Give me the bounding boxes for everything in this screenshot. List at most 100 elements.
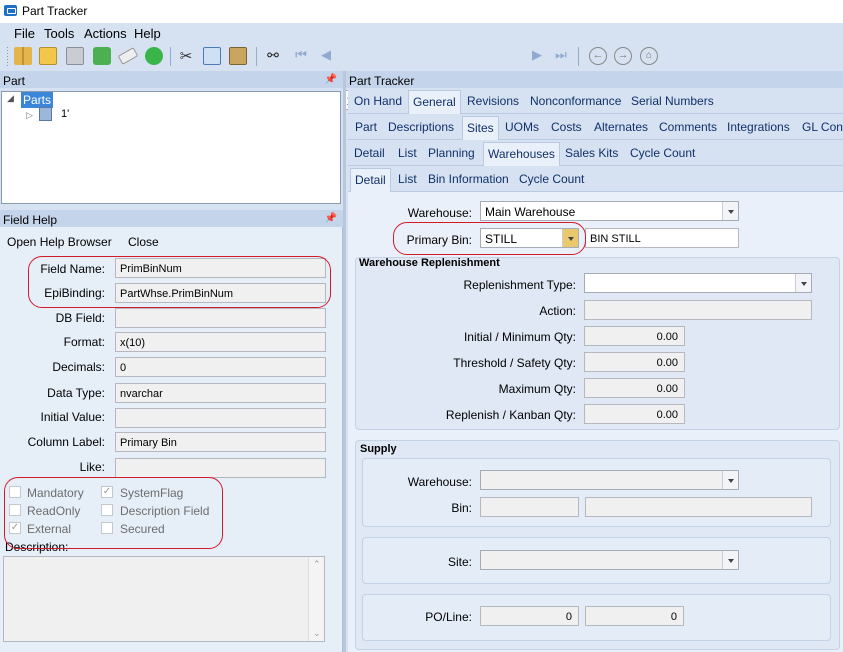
threshold-qty-field[interactable]: 0.00	[584, 352, 685, 372]
back-icon[interactable]: ←	[589, 47, 607, 65]
po-line-field[interactable]: 0	[585, 606, 684, 626]
open-book-icon[interactable]	[14, 47, 32, 65]
primary-bin-description[interactable]: BIN STILL	[585, 228, 739, 248]
po-number-field[interactable]: 0	[480, 606, 579, 626]
tab-costs[interactable]: Costs	[551, 120, 582, 134]
decimals-label: Decimals:	[52, 360, 105, 374]
tab-serial-numbers[interactable]: Serial Numbers	[631, 94, 714, 108]
collapse-icon[interactable]: ▷	[26, 110, 33, 121]
tab-uoms[interactable]: UOMs	[505, 120, 539, 134]
last-record-icon[interactable]: ⏭	[552, 47, 570, 65]
tab-row-general: Part Descriptions Sites UOMs Costs Alter…	[348, 114, 843, 141]
tree-root-parts[interactable]: Parts	[21, 92, 54, 108]
expand-icon[interactable]: ◢	[7, 93, 14, 104]
tab-row-main: On Hand General Revisions Nonconformance…	[348, 88, 843, 115]
tab-warehouse-list[interactable]: List	[398, 172, 417, 186]
supply-bin-field[interactable]	[480, 497, 579, 517]
open-help-browser-button[interactable]: Open Help Browser	[7, 235, 112, 249]
column-label-field[interactable]: Primary Bin	[115, 432, 326, 452]
supply-warehouse-label: Warehouse:	[407, 475, 472, 489]
action-field[interactable]	[584, 300, 812, 320]
close-button[interactable]: Close	[128, 235, 159, 249]
action-label: Action:	[539, 304, 576, 318]
field-help-title: Field Help	[3, 213, 58, 227]
previous-record-icon[interactable]: ◀	[317, 47, 335, 65]
like-field[interactable]	[115, 458, 326, 478]
new-folder-icon[interactable]	[39, 47, 57, 65]
tab-warehouse-cycle-count[interactable]: Cycle Count	[519, 172, 584, 186]
first-record-icon[interactable]: ⏮	[292, 47, 310, 65]
tab-gl-control[interactable]: GL Cont	[802, 120, 843, 134]
decimals-field[interactable]: 0	[115, 357, 326, 377]
data-type-field[interactable]: nvarchar	[115, 383, 326, 403]
tree-part-item[interactable]: 1'	[61, 108, 69, 120]
tab-planning[interactable]: Planning	[428, 146, 475, 160]
warehouse-dropdown[interactable]: Main Warehouse	[480, 201, 739, 221]
db-field-field[interactable]	[115, 308, 326, 328]
supply-site-dropdown[interactable]	[480, 550, 739, 570]
replenishment-type-dropdown[interactable]	[584, 273, 812, 293]
annotation-oval	[393, 222, 586, 255]
next-record-icon[interactable]: ▶	[528, 47, 546, 65]
eraser-icon[interactable]	[117, 47, 139, 65]
binoculars-icon[interactable]: ⚯	[264, 47, 282, 65]
chevron-down-icon[interactable]	[722, 471, 738, 489]
tracker-title: Part Tracker	[349, 74, 415, 88]
tab-bin-information[interactable]: Bin Information	[428, 172, 509, 186]
tab-general[interactable]: General	[408, 90, 461, 115]
tab-list[interactable]: List	[398, 146, 417, 160]
scroll-up-icon[interactable]: ⌃	[313, 559, 321, 570]
tab-detail[interactable]: Detail	[354, 146, 385, 160]
tab-integrations[interactable]: Integrations	[727, 120, 790, 134]
tab-part[interactable]: Part	[355, 120, 377, 134]
chevron-down-icon[interactable]	[722, 551, 738, 569]
format-field[interactable]: x(10)	[115, 332, 326, 352]
home-icon[interactable]: ⌂	[640, 47, 658, 65]
part-panel-title: Part	[3, 74, 26, 88]
kanban-qty-field[interactable]: 0.00	[584, 404, 685, 424]
tab-nonconformance[interactable]: Nonconformance	[530, 94, 621, 108]
maximum-qty-field[interactable]: 0.00	[584, 378, 685, 398]
tab-cycle-count[interactable]: Cycle Count	[630, 146, 695, 160]
tab-alternates[interactable]: Alternates	[594, 120, 648, 134]
attachment-icon[interactable]	[66, 47, 84, 65]
scroll-down-icon[interactable]: ⌄	[313, 628, 321, 639]
tab-warehouse-detail[interactable]: Detail	[350, 168, 391, 193]
initial-qty-label: Initial / Minimum Qty:	[463, 330, 576, 344]
tab-on-hand[interactable]: On Hand	[354, 94, 402, 108]
copy-icon[interactable]	[203, 47, 221, 65]
annotation-oval	[4, 477, 223, 549]
replenishment-title: Warehouse Replenishment	[359, 257, 500, 269]
pin-icon[interactable]: 📌	[325, 74, 337, 85]
maximum-qty-label: Maximum Qty:	[498, 382, 576, 396]
tab-descriptions[interactable]: Descriptions	[388, 120, 454, 134]
supply-warehouse-dropdown[interactable]	[480, 470, 739, 490]
scrollbar[interactable]: ⌃ ⌄	[308, 557, 324, 641]
forward-icon[interactable]: →	[614, 47, 632, 65]
tab-sites[interactable]: Sites	[462, 116, 499, 141]
cut-icon[interactable]: ✂	[177, 47, 195, 65]
part-tree: ◢ Parts ▷ 1'	[1, 91, 341, 204]
toolbar: ✂ ⚯ ⏮ ◀ 1 ▶ ⏭ ← → ⌂	[0, 43, 843, 110]
chevron-down-icon[interactable]	[795, 274, 811, 292]
menu-help[interactable]: Help	[134, 26, 161, 41]
tab-comments[interactable]: Comments	[659, 120, 717, 134]
menu-tools[interactable]: Tools	[44, 26, 74, 41]
chevron-down-icon[interactable]	[722, 202, 738, 220]
pin-icon[interactable]: 📌	[325, 213, 337, 224]
go-icon[interactable]	[145, 47, 163, 65]
tab-sales-kits[interactable]: Sales Kits	[565, 146, 618, 160]
description-textarea[interactable]: ⌃ ⌄	[3, 556, 325, 642]
tab-revisions[interactable]: Revisions	[467, 94, 519, 108]
initial-qty-field[interactable]: 0.00	[584, 326, 685, 346]
menu-actions[interactable]: Actions	[84, 26, 127, 41]
initial-value-field[interactable]	[115, 408, 326, 428]
menu-file[interactable]: File	[14, 26, 35, 41]
supply-site-label: Site:	[447, 555, 472, 569]
refresh-icon[interactable]	[93, 47, 111, 65]
paste-icon[interactable]	[229, 47, 247, 65]
tab-warehouses[interactable]: Warehouses	[483, 142, 560, 167]
tab-row-sites: Detail List Planning Warehouses Sales Ki…	[348, 140, 843, 167]
supply-bin-description[interactable]	[585, 497, 812, 517]
initial-value-label: Initial Value:	[40, 410, 105, 424]
